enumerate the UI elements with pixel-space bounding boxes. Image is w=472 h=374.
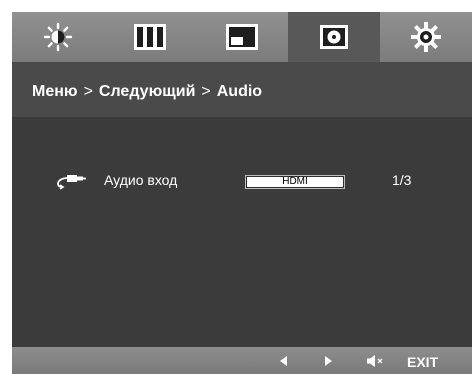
breadcrumb-audio: Audio	[216, 83, 263, 100]
picture-icon	[134, 24, 166, 50]
breadcrumb: Меню > Следующий > Audio	[32, 83, 262, 101]
tab-screen[interactable]	[196, 12, 288, 62]
tab-disc[interactable]	[288, 12, 380, 62]
settings-panel: Аудио вход HDMI 1/3	[12, 117, 472, 347]
tab-picture[interactable]	[104, 12, 196, 62]
tab-brightness[interactable]	[12, 12, 104, 62]
screen-icon	[226, 24, 258, 50]
bottom-bar: EXIT	[12, 347, 472, 374]
audio-input-row[interactable]	[54, 170, 88, 195]
osd-menu: Меню > Следующий > Audio Аудио вход HDMI 1/3	[12, 12, 472, 374]
tab-bar	[12, 12, 472, 62]
breadcrumb-separator: >	[201, 83, 211, 100]
audio-cable-icon	[57, 175, 86, 190]
audio-input-value[interactable]: HDMI	[245, 175, 345, 189]
right-arrow-icon	[325, 355, 332, 366]
left-button[interactable]	[274, 347, 294, 374]
volume-button[interactable]	[362, 347, 388, 374]
disc-icon	[320, 25, 348, 49]
breadcrumb-bar: Меню > Следующий > Audio	[12, 62, 472, 117]
brightness-icon	[43, 22, 73, 52]
volume-icon	[367, 354, 383, 367]
breadcrumb-separator: >	[83, 83, 93, 100]
page-indicator: 1/3	[392, 172, 412, 188]
breadcrumb-menu: Меню	[32, 83, 78, 100]
tab-settings[interactable]	[380, 12, 472, 62]
gear-icon	[411, 22, 441, 52]
left-arrow-icon	[280, 355, 287, 366]
audio-input-label: Аудио вход	[104, 172, 178, 188]
right-button[interactable]	[318, 347, 338, 374]
breadcrumb-next: Следующий	[98, 83, 196, 100]
exit-button[interactable]: EXIT	[407, 354, 438, 370]
